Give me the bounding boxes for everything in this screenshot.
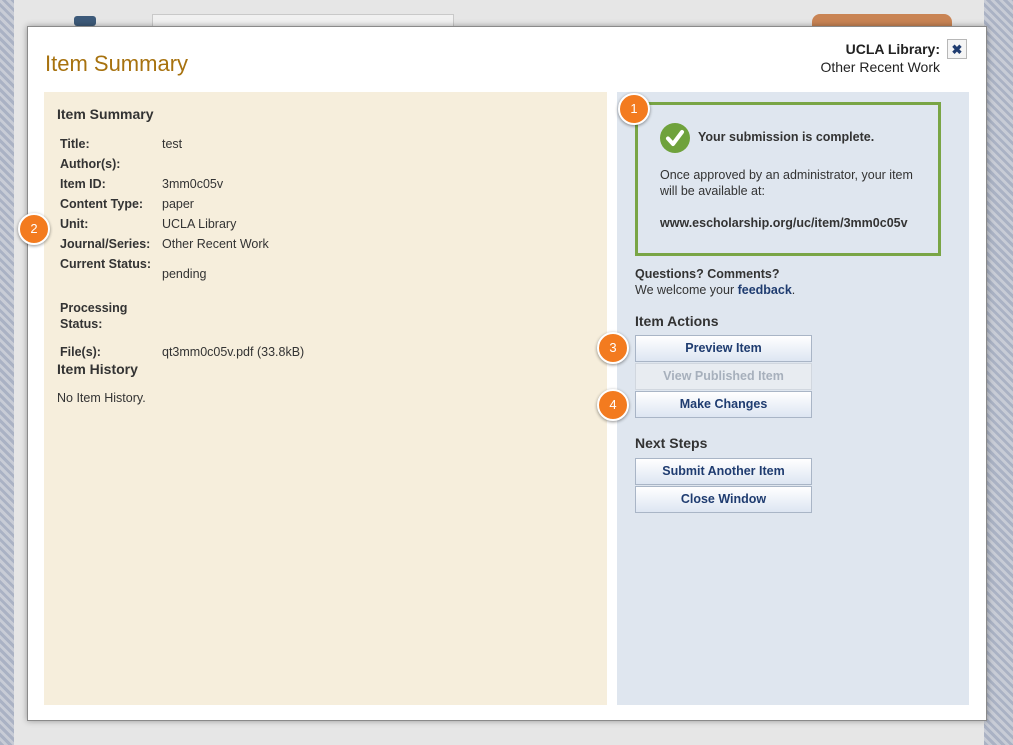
view-published-item-button: View Published Item [635, 363, 812, 390]
summary-value: test [162, 137, 183, 151]
summary-label: Journal/Series: [60, 237, 151, 251]
summary-value [162, 300, 304, 344]
summary-label: Author(s): [60, 157, 121, 171]
summary-value: Other Recent Work [162, 237, 269, 251]
questions-block: Questions? Comments? We welcome your fee… [635, 266, 795, 298]
summary-row-item-id: Item ID: 3mm0c05v [60, 176, 304, 196]
summary-label: Unit: [60, 217, 89, 231]
summary-value: 3mm0c05v [162, 177, 224, 191]
close-icon[interactable]: ✖ [947, 39, 967, 59]
submission-complete-text: Once approved by an administrator, your … [660, 168, 913, 198]
feedback-link[interactable]: feedback [738, 283, 792, 297]
callout-4: 4 [597, 389, 629, 421]
make-changes-button[interactable]: Make Changes [635, 391, 812, 418]
item-url: www.escholarship.org/uc/item/3mm0c05v [660, 216, 908, 230]
unit-name: UCLA Library: [845, 41, 940, 57]
summary-value: UCLA Library [162, 217, 237, 231]
item-actions-heading: Item Actions [635, 313, 719, 329]
callout-3: 3 [597, 332, 629, 364]
summary-label: Content Type: [60, 197, 144, 211]
summary-label: Current Status: [60, 257, 151, 271]
next-steps-heading: Next Steps [635, 435, 708, 451]
summary-label: Processing Status: [60, 301, 128, 331]
questions-prefix: We welcome your [635, 283, 735, 297]
preview-item-button[interactable]: Preview Item [635, 335, 812, 362]
history-heading: Item History [57, 361, 138, 377]
underlying-logo [74, 16, 96, 26]
item-summary-dialog: Item Summary UCLA Library: Other Recent … [27, 26, 987, 721]
submission-complete-box: Your submission is complete. Once approv… [635, 102, 941, 256]
unit-label: UCLA Library: Other Recent Work [820, 40, 940, 76]
summary-table: Title: test Author(s): Item ID: 3mm0c05v… [60, 136, 304, 364]
summary-row-authors: Author(s): [60, 156, 304, 176]
summary-label: Title: [60, 137, 90, 151]
history-empty-text: No Item History. [57, 391, 146, 405]
summary-row-processing-status: Processing Status: [60, 300, 304, 344]
summary-heading: Item Summary [57, 106, 154, 122]
check-circle-icon [660, 123, 690, 153]
summary-row-current-status: Current Status: pending [60, 256, 304, 300]
summary-value: pending [162, 267, 207, 281]
questions-heading: Questions? Comments? [635, 267, 780, 281]
questions-suffix: . [791, 283, 796, 297]
summary-row-title: Title: test [60, 136, 304, 156]
summary-row-content-type: Content Type: paper [60, 196, 304, 216]
summary-value: paper [162, 197, 194, 211]
summary-row-journal: Journal/Series: Other Recent Work [60, 236, 304, 256]
submit-another-item-button[interactable]: Submit Another Item [635, 458, 812, 485]
item-summary-panel: Item Summary Title: test Author(s): Item… [44, 92, 607, 705]
callout-2: 2 [18, 213, 50, 245]
underlying-tab [812, 14, 952, 26]
unit-series: Other Recent Work [820, 59, 940, 75]
submission-complete-title: Your submission is complete. [698, 130, 875, 144]
summary-row-unit: Unit: UCLA Library [60, 216, 304, 236]
close-window-button[interactable]: Close Window [635, 486, 812, 513]
summary-value: qt3mm0c05v.pdf (33.8kB) [162, 345, 305, 359]
actions-panel: Your submission is complete. Once approv… [617, 92, 969, 705]
callout-1: 1 [618, 93, 650, 125]
summary-label: Item ID: [60, 177, 106, 191]
summary-value [162, 156, 304, 176]
dialog-title: Item Summary [45, 51, 189, 76]
